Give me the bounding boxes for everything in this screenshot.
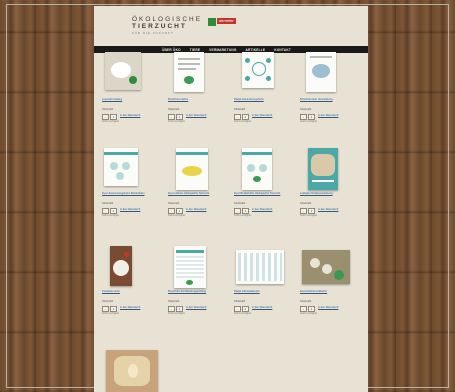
- product-caption[interactable]: Flyer Hühner Ökologische Tierzucht: [168, 192, 209, 195]
- availability-text: Sofort verfügbar: [234, 214, 252, 217]
- product-caption[interactable]: Broschüre Eier Vermarktung: [300, 98, 333, 101]
- product-caption[interactable]: Broschüre Zuchtleistungsprüfung: [168, 290, 206, 293]
- product-thumbnail[interactable]: [174, 246, 206, 288]
- quantity-label: Stückzahl: [168, 108, 180, 111]
- availability-text: Sofort verfügbar: [300, 120, 318, 123]
- product-thumbnail[interactable]: [242, 148, 272, 190]
- quantity-label: Stückzahl: [234, 108, 246, 111]
- add-to-cart-link[interactable]: in den Warenkorb: [120, 208, 140, 211]
- availability-text: Sofort verfügbar: [300, 312, 318, 315]
- product-caption[interactable]: Plakat Jahreskalender: [234, 290, 260, 293]
- web-page: ÖKOLOGISCHE TIERZUCHT FÜR DIE ZUKUNFT de…: [94, 6, 368, 392]
- product-caption[interactable]: Eierschachtel Aufkleber: [300, 290, 327, 293]
- quantity-label: Stückzahl: [300, 300, 312, 303]
- product-caption[interactable]: Plakat Zweinutzungshuhn: [234, 98, 264, 101]
- nav-item-vermarktung[interactable]: VERMARKTUNG: [209, 48, 236, 52]
- nav-item-kontakt[interactable]: KONTAKT: [274, 48, 291, 52]
- availability-text: Sofort verfügbar: [234, 120, 252, 123]
- product-caption[interactable]: Leporello Katalog: [102, 98, 122, 101]
- logo-subtitle: FÜR DIE ZUKUNFT: [132, 31, 174, 35]
- add-to-cart-link[interactable]: in den Warenkorb: [318, 114, 338, 117]
- add-to-cart-link[interactable]: in den Warenkorb: [252, 114, 272, 117]
- product-caption[interactable]: Postkarte Huhn: [102, 290, 120, 293]
- availability-text: Sofort verfügbar: [102, 214, 120, 217]
- availability-text: Sofort verfügbar: [168, 214, 186, 217]
- product-caption[interactable]: Flyer Zweinutzungshuhn Brüderhahn: [102, 192, 145, 195]
- logo-line-2: TIERZUCHT: [132, 23, 252, 30]
- availability-text: Sofort verfügbar: [102, 312, 120, 315]
- product-thumbnail[interactable]: [236, 250, 284, 284]
- site-header: ÖKOLOGISCHE TIERZUCHT FÜR DIE ZUKUNFT de…: [94, 6, 368, 46]
- add-to-cart-link[interactable]: in den Warenkorb: [318, 306, 338, 309]
- demeter-tag: demeter: [217, 18, 236, 24]
- product-thumbnail[interactable]: [106, 350, 158, 392]
- product-thumbnail[interactable]: [308, 148, 338, 190]
- add-to-cart-link[interactable]: in den Warenkorb: [120, 114, 140, 117]
- product-caption[interactable]: Broschüre Hähne: [168, 98, 188, 101]
- quantity-label: Stückzahl: [234, 300, 246, 303]
- add-to-cart-link[interactable]: in den Warenkorb: [186, 208, 206, 211]
- logo-line-2-text: TIERZUCHT: [132, 23, 187, 30]
- quantity-label: Stückzahl: [300, 108, 312, 111]
- add-to-cart-link[interactable]: in den Warenkorb: [120, 306, 140, 309]
- quantity-label: Stückzahl: [300, 202, 312, 205]
- quantity-label: Stückzahl: [102, 300, 114, 303]
- product-thumbnail[interactable]: [302, 250, 350, 284]
- availability-text: Sofort verfügbar: [168, 120, 186, 123]
- product-thumbnail[interactable]: [306, 52, 336, 92]
- availability-text: Sofort verfügbar: [102, 120, 120, 123]
- quantity-label: Stückzahl: [168, 202, 180, 205]
- nav-item-artikel[interactable]: ARTIKELLE: [246, 48, 266, 52]
- product-caption[interactable]: Flyer Bruderhahn Ökologische Tierzucht: [234, 192, 280, 195]
- quantity-label: Stückzahl: [168, 300, 180, 303]
- quantity-label: Stückzahl: [234, 202, 246, 205]
- product-thumbnail[interactable]: [242, 52, 274, 88]
- product-thumbnail[interactable]: [176, 148, 208, 190]
- add-to-cart-link[interactable]: in den Warenkorb: [318, 208, 338, 211]
- demeter-logo-icon: [208, 18, 216, 26]
- product-thumbnail[interactable]: [110, 246, 132, 286]
- add-to-cart-link[interactable]: in den Warenkorb: [252, 208, 272, 211]
- product-thumbnail[interactable]: [104, 148, 138, 186]
- add-to-cart-link[interactable]: in den Warenkorb: [186, 306, 206, 309]
- add-to-cart-link[interactable]: in den Warenkorb: [186, 114, 206, 117]
- availability-text: Sofort verfügbar: [168, 312, 186, 315]
- product-thumbnail[interactable]: [105, 52, 141, 90]
- nav-item-tiere[interactable]: TIERE: [190, 48, 200, 52]
- quantity-label: Stückzahl: [102, 108, 114, 111]
- product-caption[interactable]: Leitfaden Direktvermarktung: [300, 192, 333, 195]
- availability-text: Sofort verfügbar: [234, 312, 252, 315]
- availability-text: Sofort verfügbar: [300, 214, 318, 217]
- quantity-label: Stückzahl: [102, 202, 114, 205]
- product-thumbnail[interactable]: [174, 52, 204, 92]
- nav-item-ueber-oeko[interactable]: ÜBER ÖKO: [162, 48, 181, 52]
- add-to-cart-link[interactable]: in den Warenkorb: [252, 306, 272, 309]
